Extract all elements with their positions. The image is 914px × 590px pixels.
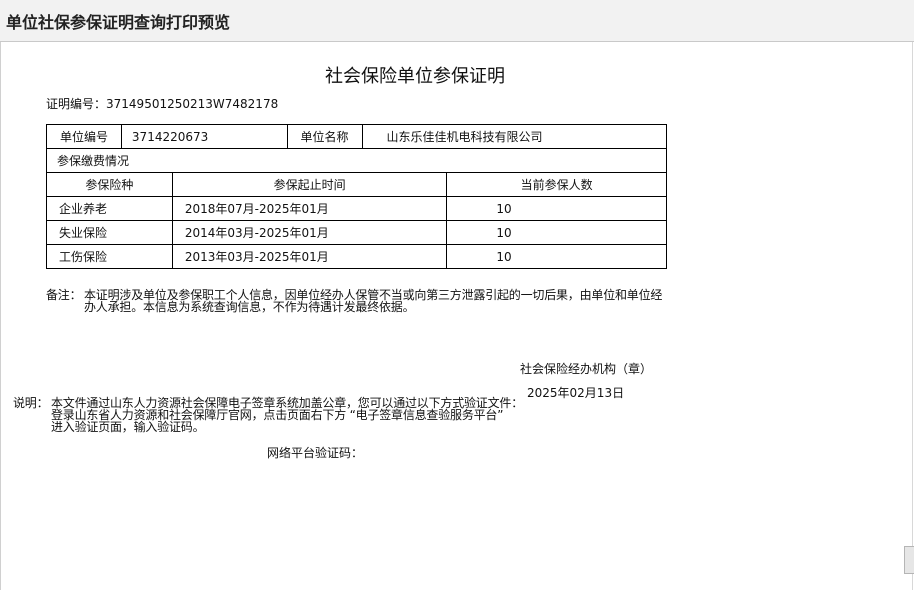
row-period: 2018年07月-2025年01月 bbox=[171, 196, 448, 221]
window-titlebar: 单位社保参保证明查询打印预览 bbox=[0, 0, 914, 42]
row-period: 2014年03月-2025年01月 bbox=[171, 220, 448, 245]
remark: 备注： 本证明涉及单位及参保职工个人信息，因单位经办人保管不当或向第三方泄露引起… bbox=[46, 289, 672, 313]
explanation: 说明： 本文件通过山东人力资源社会保障电子签章系统加盖公章，您可以通过以下方式验… bbox=[13, 397, 523, 433]
row-type: 失业保险 bbox=[46, 220, 173, 245]
section-label: 参保缴费情况 bbox=[46, 148, 667, 173]
explanation-line: 进入验证页面，输入验证码。 bbox=[51, 420, 205, 434]
row-count: 10 bbox=[446, 220, 667, 245]
certificate-number-value: 37149501250213W7482178 bbox=[106, 97, 279, 111]
row-type: 工伤保险 bbox=[46, 244, 173, 269]
table-row: 企业养老 2018年07月-2025年01月 10 bbox=[46, 196, 667, 221]
document-title: 社会保险单位参保证明 bbox=[325, 66, 505, 87]
unit-name-value: 山东乐佳佳机电科技有限公司 bbox=[361, 124, 668, 149]
agency-seal-label: 社会保险经办机构（章） bbox=[520, 362, 653, 376]
unit-info-row: 单位编号 3714220673 单位名称 山东乐佳佳机电科技有限公司 bbox=[46, 124, 668, 149]
frame-border bbox=[912, 42, 913, 590]
unit-code-label: 单位编号 bbox=[46, 124, 122, 149]
remark-label: 备注： bbox=[46, 288, 82, 302]
window-title: 单位社保参保证明查询打印预览 bbox=[6, 13, 231, 32]
table-row: 失业保险 2014年03月-2025年01月 10 bbox=[46, 220, 667, 245]
verification-code-label: 网络平台验证码： bbox=[267, 446, 364, 460]
insurance-table: 单位编号 3714220673 单位名称 山东乐佳佳机电科技有限公司 参保缴费情… bbox=[46, 124, 668, 269]
row-count: 10 bbox=[446, 244, 667, 269]
section-header-row: 参保缴费情况 bbox=[46, 148, 667, 173]
unit-code-value: 3714220673 bbox=[120, 124, 288, 149]
column-header-count: 当前参保人数 bbox=[446, 172, 667, 197]
row-count: 10 bbox=[446, 196, 667, 221]
issue-date: 2025年02月13日 bbox=[527, 386, 625, 400]
row-period: 2013年03月-2025年01月 bbox=[171, 244, 448, 269]
column-header-period: 参保起止时间 bbox=[171, 172, 448, 197]
certificate-number: 证明编号：37149501250213W7482178 bbox=[46, 95, 278, 112]
remark-text: 本证明涉及单位及参保职工个人信息，因单位经办人保管不当或向第三方泄露引起的一切后… bbox=[84, 288, 663, 314]
table-header-row: 参保险种 参保起止时间 当前参保人数 bbox=[46, 172, 667, 197]
unit-name-label: 单位名称 bbox=[286, 124, 363, 149]
column-header-type: 参保险种 bbox=[46, 172, 173, 197]
explanation-label: 说明： bbox=[13, 396, 49, 410]
table-row: 工伤保险 2013年03月-2025年01月 10 bbox=[46, 244, 667, 269]
row-type: 企业养老 bbox=[46, 196, 173, 221]
scrollbar-handle[interactable] bbox=[904, 546, 914, 574]
certificate-number-label: 证明编号： bbox=[46, 97, 107, 111]
